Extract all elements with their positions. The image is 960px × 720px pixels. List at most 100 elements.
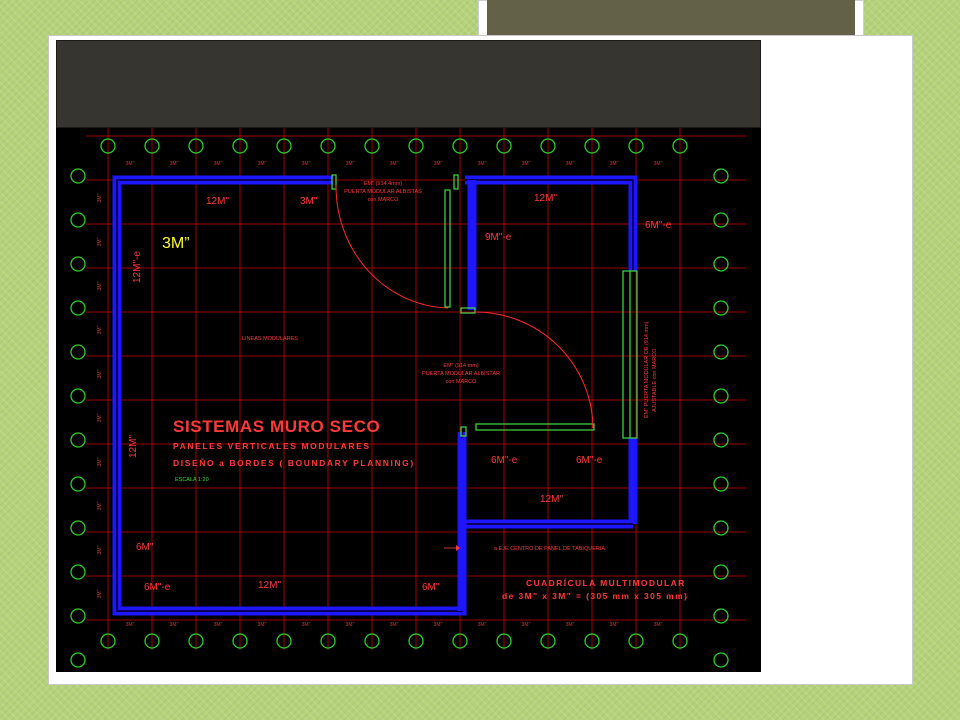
grid-node-circle (70, 256, 86, 272)
grid-node-circle (70, 652, 86, 668)
plan-subtitle-1: PANELES VERTICALES MODULARES (173, 441, 371, 451)
grid-node-circle (70, 168, 86, 184)
door-mid-note-3: con MARCO (446, 379, 478, 385)
grid-tick-label: 3M" (434, 622, 443, 628)
grid-tick-label: 3M" (610, 161, 619, 167)
grid-tick-label: 3M" (566, 622, 575, 628)
grid-caption: CUADRÍCULA MULTIMODULAR de 3M" x 3M" = (… (502, 578, 688, 601)
grid-node-circle (70, 300, 86, 316)
grid-tick-label: 3M" (654, 622, 663, 628)
grid-tick-label: 3M" (434, 161, 443, 167)
dim-mid-6e-a: 6M"-e (491, 455, 518, 466)
grid-node-circle (70, 344, 86, 360)
door-mid-leaf (475, 423, 595, 431)
grid-node-circle (713, 300, 729, 316)
grid-node-circle (713, 652, 729, 668)
door-top-swing (335, 184, 449, 309)
grid-tick-label: 3M" (97, 589, 103, 598)
dim-bottom-12: 12M" (258, 580, 281, 591)
small-room-label: LINEAS MODULARES (242, 336, 298, 342)
grid-tick-label: 3M" (214, 161, 223, 167)
grid-node-circle (70, 520, 86, 536)
grid-node-circle (713, 388, 729, 404)
grid-tick-label: 3M" (97, 457, 103, 466)
grid-node-circle (70, 608, 86, 624)
grid-node-circle (70, 432, 86, 448)
dim-inner-9e: 9M"-e (485, 232, 512, 243)
grid-tick-label: 3M" (214, 622, 223, 628)
doors (331, 174, 638, 439)
grid-tick-label: 3M" (97, 325, 103, 334)
grid-tick-labels: 3M" 3M" 3M" 3M" 3M" 3M" 3M" 3M" 3M" 3M" 3M" 3M" 3M" 3… (97, 161, 663, 628)
door-top-note-1: EM" (914.4mm) (364, 181, 402, 187)
grid-node-circle (70, 388, 86, 404)
door-right-note-1: EM" PUERTA MODULAR DE (914 mm) (644, 321, 650, 418)
dim-left-6: 6M" (136, 542, 154, 553)
door-top-note-2: PUERTA MODULAR ALBISTAS (344, 189, 422, 195)
wall-center-note: a EJE CENTRO DE PANEL DE TABIQUERIA (444, 545, 605, 552)
dim-top-right-12: 12M" (534, 193, 557, 204)
grid-tick-label: 3M" (97, 413, 103, 422)
cad-header-band (56, 40, 761, 128)
grid-node-circle (713, 608, 729, 624)
grid-tick-label: 3M" (97, 281, 103, 290)
grid-node-circle (70, 476, 86, 492)
grid-node-circle (70, 212, 86, 228)
grid-caption-1: CUADRÍCULA MULTIMODULAR (526, 578, 686, 588)
dim-bottom-6e: 6M"-e (144, 582, 171, 593)
grid-tick-label: 3M" (522, 622, 531, 628)
grid-tick-label: 3M" (610, 622, 619, 628)
grid-node-circle (713, 256, 729, 272)
grid-tick-label: 3M" (346, 161, 355, 167)
grid-tick-label: 3M" (302, 161, 311, 167)
grid-tick-label: 3M" (97, 501, 103, 510)
dim-top-left-3: 3M" (300, 196, 318, 207)
grid-node-circle (713, 168, 729, 184)
dim-mid-6e-b: 6M"-e (576, 455, 603, 466)
door-mid-note-1: EM" (914 mm) (443, 363, 478, 369)
grid-tick-label: 3M" (97, 545, 103, 554)
grid-tick-label: 3M" (390, 161, 399, 167)
door-top-leaf (444, 189, 451, 308)
grid-tick-label: 3M" (390, 622, 399, 628)
grid-node-circle (70, 564, 86, 580)
cad-drawing: 3M" 3M" 3M" 3M" 3M" 3M" 3M" 3M" 3M" 3M" 3M" 3M" 3M" 3… (56, 40, 761, 672)
grid-tick-label: 3M" (478, 161, 487, 167)
door-mid-note-2: PUERTA MODULAR ALBISTAR (422, 371, 500, 377)
dim-lower-12: 12M" (540, 494, 563, 505)
grid-tick-label: 3M" (170, 622, 179, 628)
door-top-note-3: con MARCO (368, 197, 400, 203)
dim-right-6e: 6M"-e (645, 220, 672, 231)
grid-tick-label: 3M" (302, 622, 311, 628)
grid-tick-label: 3M" (522, 161, 531, 167)
grid-tick-label: 3M" (126, 161, 135, 167)
grid-tick-label: 3M" (126, 622, 135, 628)
grid-node-circle (713, 564, 729, 580)
scale-note: ESCALA 1:20 (175, 477, 209, 483)
grid-node-circle (713, 344, 729, 360)
grid-node-circle (713, 432, 729, 448)
door-mid-swing (474, 311, 594, 429)
grid-tick-label: 3M" (258, 622, 267, 628)
grid-node-circle (713, 520, 729, 536)
floor-plan-svg: 3M" 3M" 3M" 3M" 3M" 3M" 3M" 3M" 3M" 3M" 3M" 3M" 3M" 3… (70, 128, 746, 668)
dim-bottom-6: 6M" (422, 582, 440, 593)
grid-caption-2: de 3M" x 3M" = (305 mm x 305 mm) (502, 591, 688, 601)
grid-node-circle (713, 476, 729, 492)
scale-callout: 3M” (162, 235, 190, 252)
grid-tick-label: 3M" (566, 161, 575, 167)
grid-tick-label: 3M" (97, 369, 103, 378)
dim-top-left-12: 12M" (206, 196, 229, 207)
grid-node-circle (713, 212, 729, 228)
dimension-labels: 12M" 3M" 12M" 6M"-e 9M"-e 12M"-e 12M" 6M… (128, 193, 672, 593)
plan-title: SISTEMAS MURO SECO (173, 417, 380, 436)
grid-tick-label: 3M" (170, 161, 179, 167)
grid-tick-label: 3M" (654, 161, 663, 167)
grid-tick-label: 3M" (478, 622, 487, 628)
door-right-note-2: AJUSTABLE con MARCO (652, 348, 658, 412)
door-top-jamb-right (453, 174, 459, 190)
plan-subtitle-2: DISEÑO a BORDES ( BOUNDARY PLANNING) (173, 458, 415, 468)
dim-left-12: 12M" (128, 435, 139, 458)
grid-tick-label: 3M" (258, 161, 267, 167)
plan-title-block: SISTEMAS MURO SECO PANELES VERTICALES MO… (173, 417, 415, 483)
